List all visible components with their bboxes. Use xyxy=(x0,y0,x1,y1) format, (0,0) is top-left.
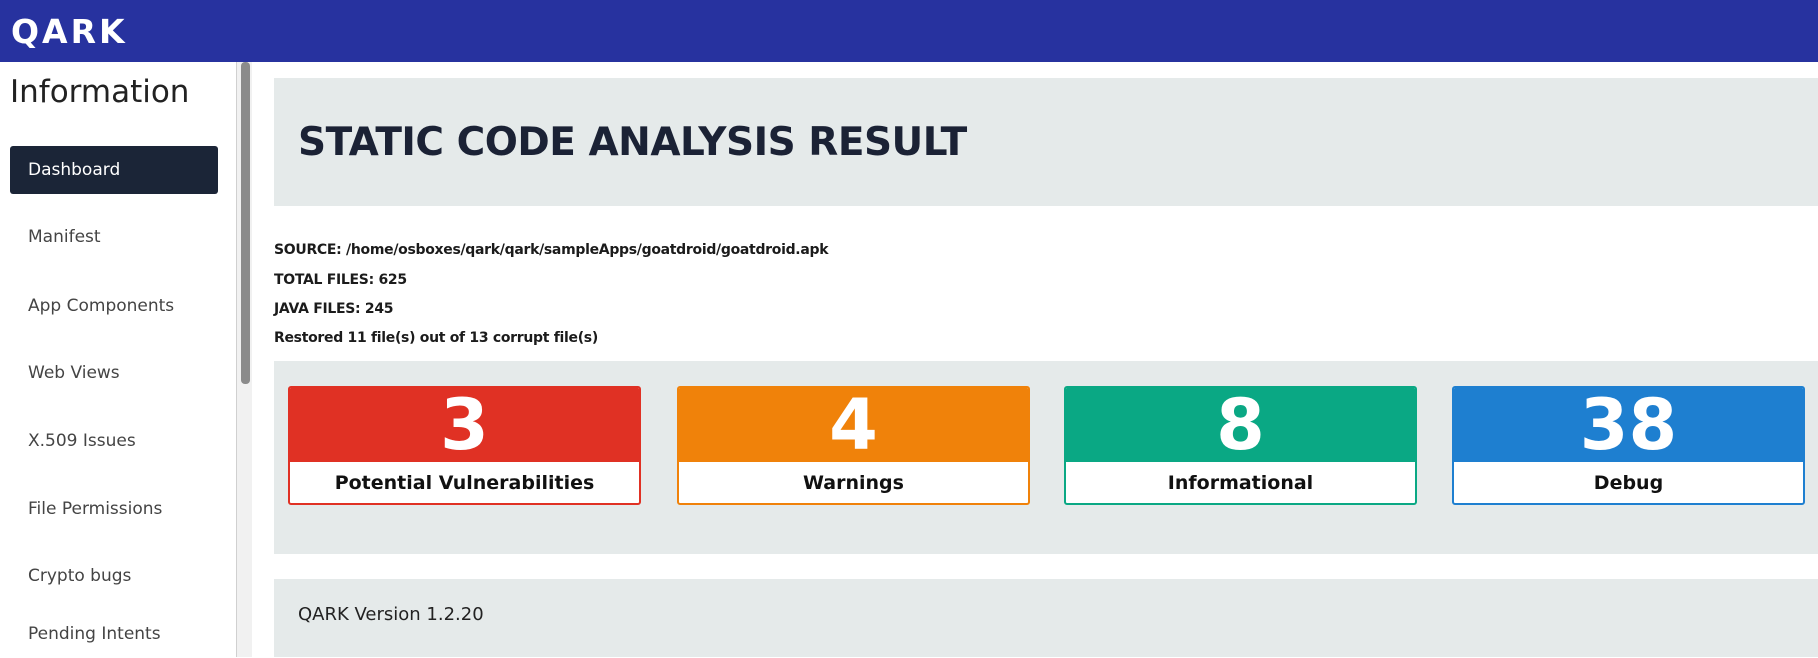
vulnerabilities-card[interactable]: 3 Potential Vulnerabilities xyxy=(288,386,641,505)
warnings-label: Warnings xyxy=(803,471,904,494)
restored-files: Restored 11 file(s) out of 13 corrupt fi… xyxy=(274,330,598,346)
total-files: TOTAL FILES: 625 xyxy=(274,272,407,288)
qark-logo[interactable]: QARK xyxy=(11,14,128,50)
debug-count: 38 xyxy=(1454,388,1803,462)
debug-card[interactable]: 38 Debug xyxy=(1452,386,1805,505)
sidebar-item-web-views[interactable]: Web Views xyxy=(10,349,218,397)
sidebar-title: Information xyxy=(10,74,190,110)
sidebar-item-app-components[interactable]: App Components xyxy=(10,282,218,330)
vulnerabilities-label: Potential Vulnerabilities xyxy=(334,471,595,494)
warnings-count: 4 xyxy=(679,388,1028,462)
sidebar-item-manifest[interactable]: Manifest xyxy=(10,213,218,261)
warnings-card[interactable]: 4 Warnings xyxy=(677,386,1030,505)
sidebar-item-x509-issues[interactable]: X.509 Issues xyxy=(10,417,218,465)
informational-card[interactable]: 8 Informational xyxy=(1064,386,1417,505)
sidebar-item-crypto-bugs[interactable]: Crypto bugs xyxy=(10,552,218,600)
version-text: QARK Version 1.2.20 xyxy=(298,604,484,625)
sidebar-scroll-thumb[interactable] xyxy=(241,62,250,384)
java-files: JAVA FILES: 245 xyxy=(274,301,394,317)
sidebar-item-pending-intents[interactable]: Pending Intents xyxy=(10,610,218,658)
sidebar-item-dashboard[interactable]: Dashboard xyxy=(10,146,218,194)
page-title: STATIC CODE ANALYSIS RESULT xyxy=(298,120,967,165)
top-bar: QARK xyxy=(0,0,1818,62)
informational-count: 8 xyxy=(1066,388,1415,462)
debug-label: Debug xyxy=(1593,471,1664,494)
sidebar-item-file-permissions[interactable]: File Permissions xyxy=(10,485,218,533)
footer-panel xyxy=(274,579,1818,657)
source-path: SOURCE: /home/osboxes/qark/qark/sampleAp… xyxy=(274,242,829,258)
informational-label: Informational xyxy=(1167,471,1314,494)
vulnerabilities-count: 3 xyxy=(290,388,639,462)
